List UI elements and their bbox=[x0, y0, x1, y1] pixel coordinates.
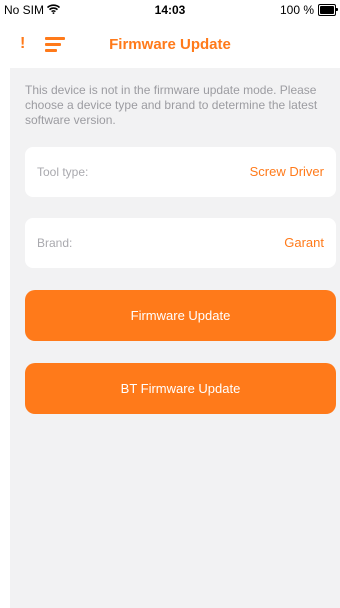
tool-type-label: Tool type: bbox=[37, 165, 89, 179]
brand-label: Brand: bbox=[37, 236, 73, 250]
bt-firmware-update-button[interactable]: BT Firmware Update bbox=[25, 363, 336, 414]
brand-row[interactable]: Brand: Garant bbox=[25, 218, 336, 268]
info-message: This device is not in the firmware updat… bbox=[25, 83, 318, 127]
nav-bar: ! Firmware Update bbox=[0, 24, 340, 68]
main-content: This device is not in the firmware updat… bbox=[10, 68, 340, 608]
status-bar: No SIM 14:03 100 % bbox=[0, 0, 340, 24]
tool-type-row[interactable]: Tool type: Screw Driver bbox=[25, 147, 336, 197]
status-right: 100 % bbox=[279, 3, 338, 17]
firmware-update-button[interactable]: Firmware Update bbox=[25, 290, 336, 341]
brand-value: Garant bbox=[284, 235, 324, 250]
battery-icon bbox=[318, 4, 338, 16]
page-title: Firmware Update bbox=[109, 36, 231, 53]
battery-percent: 100 % bbox=[279, 3, 314, 17]
tool-type-value: Screw Driver bbox=[249, 164, 324, 179]
